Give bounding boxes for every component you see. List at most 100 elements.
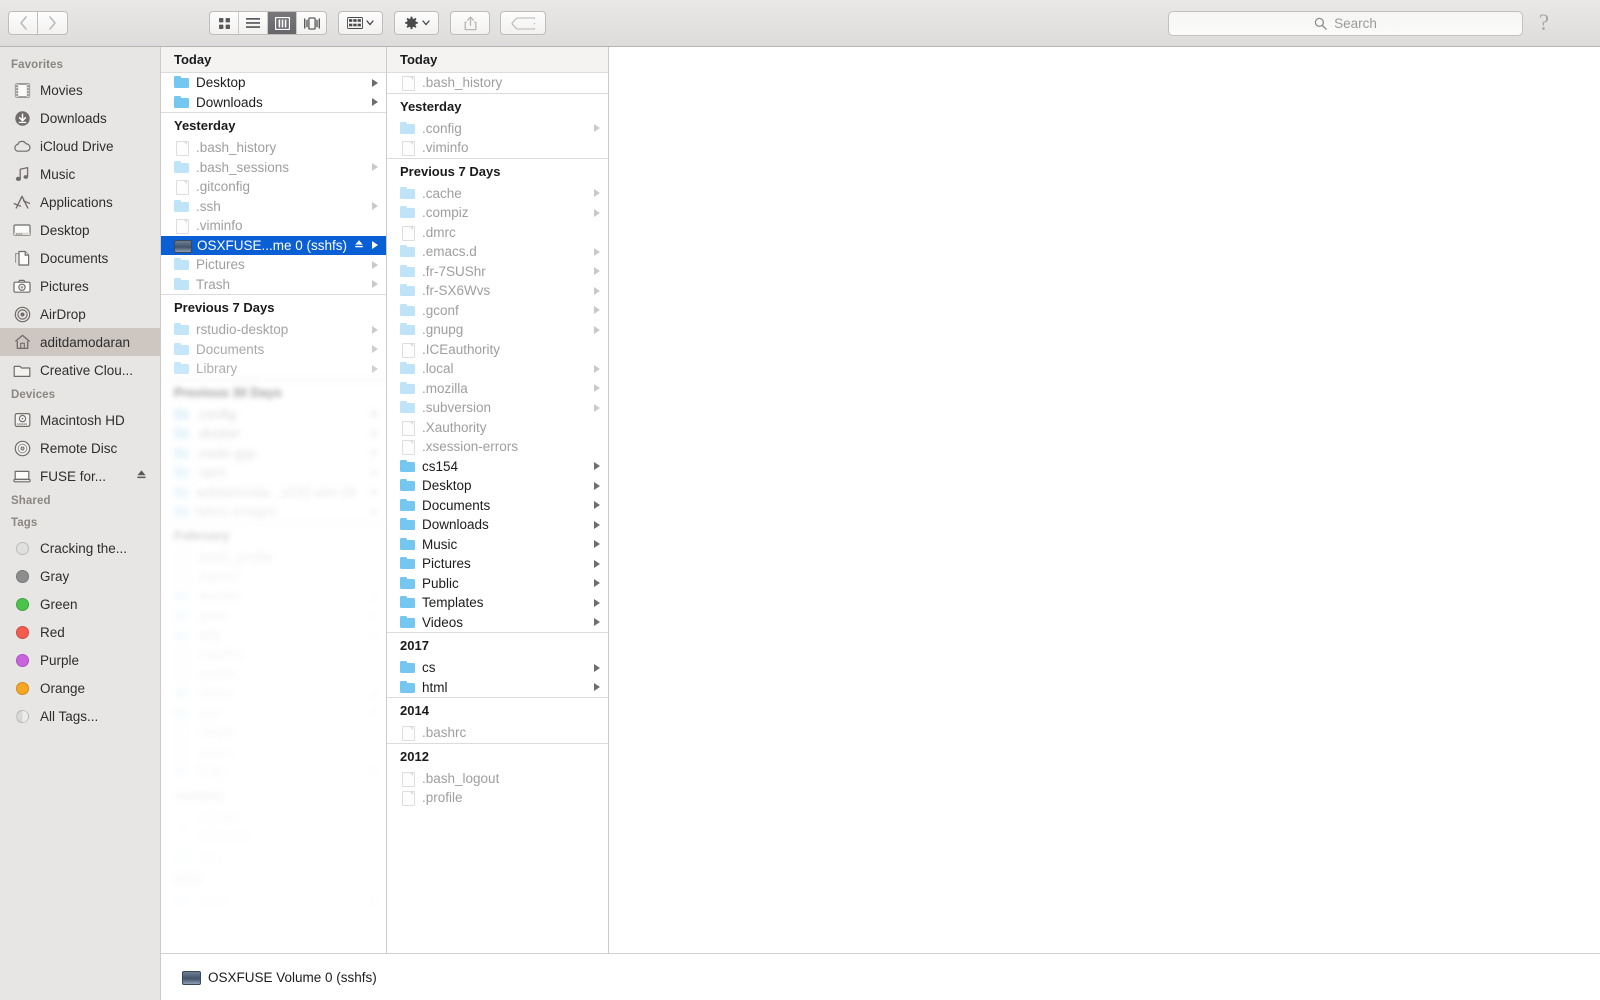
sidebar-item-desktop[interactable]: Desktop xyxy=(0,216,160,244)
disclosure-arrow-icon[interactable] xyxy=(372,852,378,861)
disclosure-arrow-icon[interactable] xyxy=(372,260,378,269)
back-button[interactable] xyxy=(8,11,38,35)
file-row[interactable]: .bash_sessions xyxy=(161,158,386,178)
file-row[interactable]: .lldb xyxy=(161,626,386,646)
file-row[interactable]: .gitconfig xyxy=(161,177,386,197)
file-row[interactable]: Desktop xyxy=(161,73,386,93)
disclosure-arrow-icon[interactable] xyxy=(594,124,600,133)
icon-view-button[interactable] xyxy=(210,12,239,34)
file-row[interactable]: .gem xyxy=(161,606,386,626)
disclosure-arrow-icon[interactable] xyxy=(372,364,378,373)
file-row[interactable]: .vim xyxy=(161,847,386,867)
file-row[interactable]: .config xyxy=(161,405,386,425)
disclosure-arrow-icon[interactable] xyxy=(594,462,600,471)
sidebar-item-applications[interactable]: Applications xyxy=(0,188,160,216)
file-row[interactable]: Pictures xyxy=(387,554,608,574)
file-row[interactable]: .gnupg xyxy=(387,320,608,340)
sidebar-item-red[interactable]: Red xyxy=(0,618,160,646)
file-row[interactable]: .Rhistory xyxy=(161,827,386,847)
file-row[interactable]: cs154 xyxy=(387,457,608,477)
disclosure-arrow-icon[interactable] xyxy=(372,767,378,776)
sidebar-item-aditdamodaran[interactable]: aditdamodaran xyxy=(0,328,160,356)
file-row[interactable]: .compiz xyxy=(387,203,608,223)
disclosure-arrow-icon[interactable] xyxy=(594,325,600,334)
file-row[interactable]: .viminfo xyxy=(161,216,386,236)
disclosure-arrow-icon[interactable] xyxy=(372,98,378,107)
action-menu-button[interactable] xyxy=(394,11,439,35)
file-row[interactable]: .bash_history xyxy=(387,73,608,93)
disclosure-arrow-icon[interactable] xyxy=(372,280,378,289)
disclosure-arrow-icon[interactable] xyxy=(594,208,600,217)
disclosure-arrow-icon[interactable] xyxy=(594,618,600,627)
disclosure-arrow-icon[interactable] xyxy=(372,897,378,906)
disclosure-arrow-icon[interactable] xyxy=(594,481,600,490)
disclosure-arrow-icon[interactable] xyxy=(372,345,378,354)
file-row[interactable]: .rbenv xyxy=(161,684,386,704)
sidebar-item-cracking-the[interactable]: Cracking the... xyxy=(0,534,160,562)
file-row[interactable]: .bashrc xyxy=(161,567,386,587)
disclosure-arrow-icon[interactable] xyxy=(372,689,378,698)
file-row[interactable]: Trash xyxy=(161,275,386,295)
file-row[interactable]: Videos xyxy=(387,613,608,633)
file-row[interactable]: .subversion xyxy=(387,398,608,418)
file-row[interactable]: .profile xyxy=(161,665,386,685)
sidebar-item-remote-disc[interactable]: Remote Disc xyxy=(0,434,160,462)
file-row[interactable]: .ssh xyxy=(161,197,386,217)
disclosure-arrow-icon[interactable] xyxy=(372,592,378,601)
file-row[interactable]: .fr-7SUShr xyxy=(387,262,608,282)
sidebar-item-icloud-drive[interactable]: iCloud Drive xyxy=(0,132,160,160)
disclosure-arrow-icon[interactable] xyxy=(372,468,378,477)
disclosure-arrow-icon[interactable] xyxy=(372,631,378,640)
eject-icon[interactable] xyxy=(136,469,147,483)
disclosure-arrow-icon[interactable] xyxy=(594,247,600,256)
disclosure-arrow-icon[interactable] xyxy=(594,559,600,568)
disclosure-arrow-icon[interactable] xyxy=(594,540,600,549)
file-row[interactable]: .zlogin xyxy=(161,723,386,743)
sidebar-item-orange[interactable]: Orange xyxy=(0,674,160,702)
disclosure-arrow-icon[interactable] xyxy=(594,189,600,198)
sidebar-item-pictures[interactable]: Pictures xyxy=(0,272,160,300)
forward-button[interactable] xyxy=(38,11,68,35)
sidebar-item-airdrop[interactable]: AirDrop xyxy=(0,300,160,328)
browser-column-3-empty[interactable] xyxy=(609,47,1600,1000)
sidebar-item-movies[interactable]: Movies xyxy=(0,76,160,104)
disclosure-arrow-icon[interactable] xyxy=(594,306,600,315)
arrange-by-button[interactable] xyxy=(338,11,383,35)
file-row[interactable]: Templates xyxy=(387,593,608,613)
sidebar[interactable]: Favorites Movies Downloads iCloud Drive Musi… xyxy=(0,47,161,1000)
file-row[interactable]: .mozilla xyxy=(387,379,608,399)
disclosure-arrow-icon[interactable] xyxy=(372,163,378,172)
file-row[interactable]: Ruby xyxy=(161,762,386,782)
browser-column-1[interactable]: Today Desktop Downloads Yesterday .bash_hist… xyxy=(161,47,387,953)
file-row[interactable]: .bundle xyxy=(161,587,386,607)
sidebar-item-green[interactable]: Green xyxy=(0,590,160,618)
share-button[interactable] xyxy=(450,11,490,35)
file-row[interactable]: .gconf xyxy=(387,301,608,321)
disclosure-arrow-icon[interactable] xyxy=(372,202,378,211)
disclosure-arrow-icon[interactable] xyxy=(594,403,600,412)
file-row[interactable]: .xsession-errors xyxy=(387,437,608,457)
sidebar-item-creative-clou[interactable]: Creative Clou... xyxy=(0,356,160,384)
sidebar-item-downloads[interactable]: Downloads xyxy=(0,104,160,132)
file-row[interactable]: .fr-SX6Wvs xyxy=(387,281,608,301)
disclosure-arrow-icon[interactable] xyxy=(594,286,600,295)
sidebar-item-music[interactable]: Music xyxy=(0,160,160,188)
disclosure-arrow-icon[interactable] xyxy=(594,579,600,588)
tag-button[interactable] xyxy=(500,11,546,35)
file-row[interactable]: Pictures xyxy=(161,255,386,275)
file-row[interactable]: .bash_history xyxy=(161,138,386,158)
file-row[interactable]: .mkshrc xyxy=(161,645,386,665)
view-mode-segmented-control[interactable] xyxy=(209,11,327,35)
help-button[interactable]: ? xyxy=(1532,10,1556,35)
list-view-button[interactable] xyxy=(239,12,268,34)
search-field[interactable]: Search xyxy=(1168,11,1523,36)
disclosure-arrow-icon[interactable] xyxy=(372,611,378,620)
sidebar-item-all-tags[interactable]: All Tags... xyxy=(0,702,160,730)
file-row[interactable]: OSXFUSE...me 0 (sshfs) xyxy=(161,235,386,255)
sidebar-item-gray[interactable]: Gray xyxy=(0,562,160,590)
file-row[interactable]: rstudio-desktop xyxy=(161,320,386,340)
file-row[interactable]: .docker xyxy=(161,424,386,444)
sidebar-item-fuse-for[interactable]: FUSE for... xyxy=(0,462,160,490)
file-row[interactable]: html xyxy=(387,678,608,698)
file-row[interactable]: .config xyxy=(387,119,608,139)
